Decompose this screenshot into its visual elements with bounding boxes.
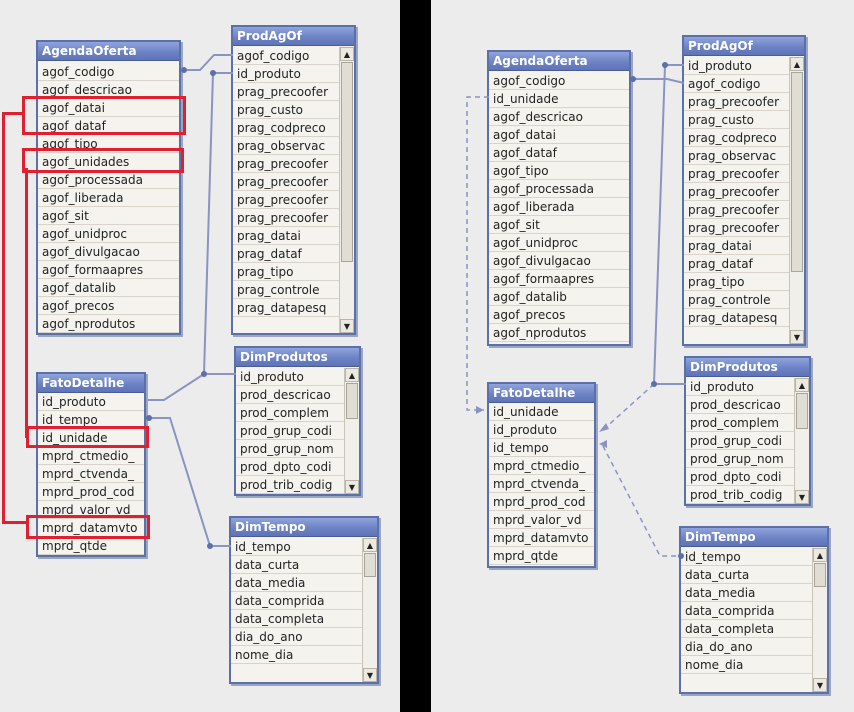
- link-dot-icon: [651, 381, 657, 387]
- link-dot-icon: [201, 371, 207, 377]
- link-id-produto-trunk-left: [203, 72, 214, 375]
- connector-dates-line: [2, 521, 26, 524]
- link-id-unidade-right: [466, 96, 489, 411]
- highlight-id-unidade: [26, 426, 149, 448]
- link-id-produto-fato-left: [148, 373, 236, 401]
- highlight-mprd-datamvto: [26, 515, 150, 539]
- connector-unidades-line: [25, 168, 28, 438]
- highlight-agof-datai-dataf: [22, 96, 186, 135]
- connector-dates-line: [2, 112, 22, 115]
- link-id-tempo-left: [148, 417, 231, 547]
- link-agof-codigo-left: [183, 54, 233, 71]
- link-dot-icon: [630, 76, 636, 82]
- link-dot-icon: [210, 70, 216, 76]
- arrow-head-icon: [476, 406, 484, 414]
- highlight-agof-unidades: [22, 148, 184, 173]
- link-agof-codigo-right: [633, 78, 685, 84]
- link-dot-icon: [181, 67, 187, 73]
- link-id-produto-fato-right: [602, 383, 655, 431]
- connector-dates-line: [2, 112, 5, 524]
- arrow-head-icon: [599, 423, 609, 432]
- link-dot-icon: [678, 553, 684, 559]
- link-dot-icon: [662, 62, 668, 68]
- link-dot-icon: [207, 543, 213, 549]
- link-id-tempo-right: [602, 445, 681, 557]
- link-id-produto-trunk-right: [652, 64, 686, 385]
- link-dot-icon: [146, 415, 152, 421]
